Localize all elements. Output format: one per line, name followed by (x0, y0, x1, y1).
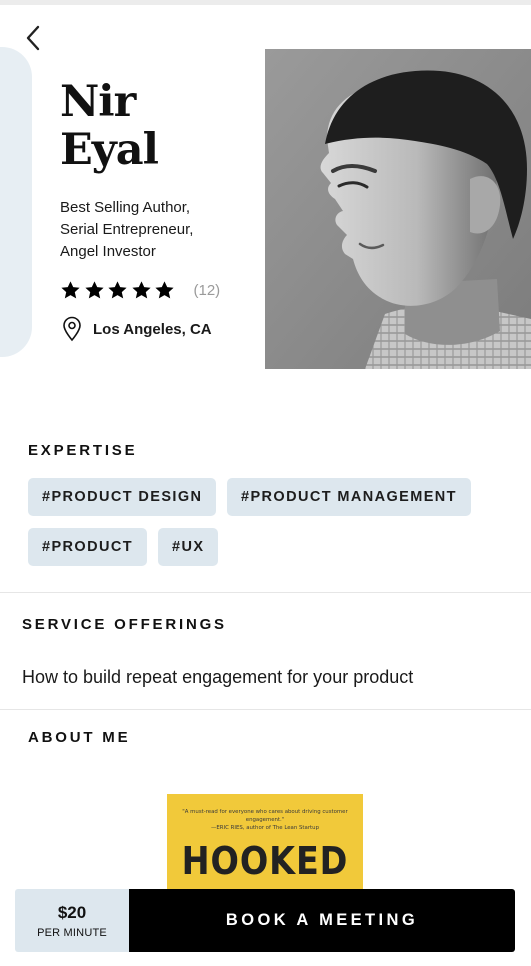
chevron-left-icon (26, 25, 40, 51)
bio-line: Angel Investor (60, 243, 156, 260)
star-icon (155, 280, 174, 298)
book-meeting-button[interactable]: BOOK A MEETING (129, 889, 515, 952)
service-offerings-heading: SERVICE OFFERINGS (22, 616, 227, 633)
review-count[interactable]: (12) (194, 282, 221, 299)
booking-bar: $20 PER MINUTE BOOK A MEETING (15, 889, 515, 952)
price: $20 (57, 902, 87, 922)
map-pin-icon (63, 316, 81, 342)
price-box: $20 PER MINUTE (15, 889, 129, 952)
bio-line: Serial Entrepreneur, (60, 221, 194, 238)
location: Los Angeles, CA (60, 316, 212, 342)
decorative-accent-panel (0, 47, 32, 357)
profile-bio: Best Selling Author, Serial Entrepreneur… (60, 197, 250, 263)
location-text: Los Angeles, CA (93, 320, 212, 338)
tag-ux[interactable]: #UX (158, 528, 219, 566)
tag-product[interactable]: #PRODUCT (28, 528, 147, 566)
service-offering-item[interactable]: How to build repeat engagement for your … (22, 667, 413, 688)
back-button[interactable] (18, 22, 48, 54)
profile-name: Nir Eyal (60, 77, 159, 175)
star-icon (84, 280, 104, 298)
tag-product-design[interactable]: #PRODUCT DESIGN (28, 478, 217, 516)
expertise-heading: EXPERTISE (28, 442, 138, 459)
book-cover-image: "A must-read for everyone who cares abou… (167, 794, 363, 898)
star-icon (61, 280, 80, 298)
star-icon (108, 280, 127, 298)
about-me-heading: ABOUT ME (28, 729, 131, 746)
bio-line: Best Selling Author, (60, 199, 191, 216)
book-title: HOOKED (181, 839, 349, 883)
section-divider (0, 709, 531, 710)
profile-photo (265, 49, 531, 369)
first-name: Nir (60, 77, 136, 127)
book-quote: "A must-read for everyone who cares abou… (182, 809, 348, 831)
tag-product-management[interactable]: #PRODUCT MANAGEMENT (227, 478, 471, 516)
last-name: Eyal (60, 125, 159, 175)
expert-profile-page: Nir Eyal Best Selling Author, Serial Ent… (0, 0, 531, 966)
price-unit: PER MINUTE (37, 926, 107, 939)
rating[interactable]: (12) (60, 278, 220, 302)
star-icon (131, 280, 151, 298)
status-strip (0, 0, 531, 5)
section-divider (0, 592, 531, 593)
portrait-illustration (265, 49, 531, 369)
